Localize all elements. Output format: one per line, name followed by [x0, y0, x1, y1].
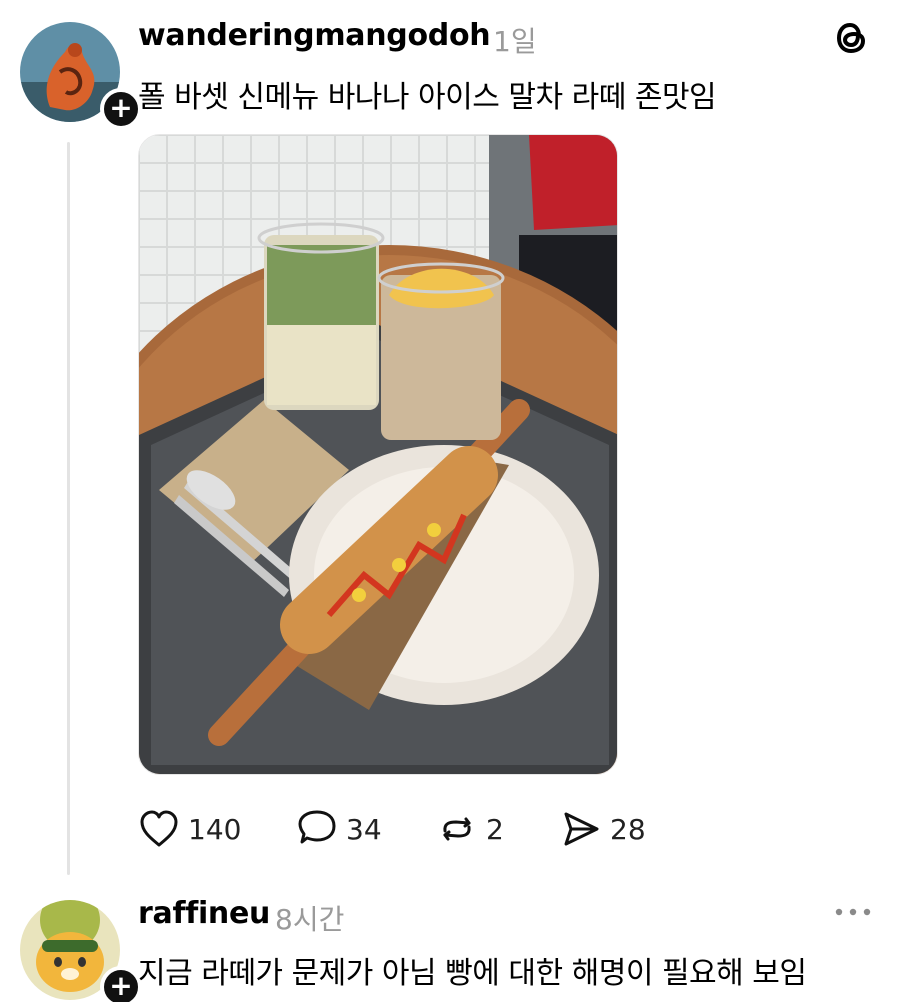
share-count: 28 [610, 812, 646, 846]
reply-avatar-wrap[interactable]: + [20, 900, 142, 1002]
reply-count: 34 [346, 812, 382, 846]
heart-icon [140, 810, 178, 847]
repost-icon [443, 817, 471, 841]
share-button[interactable]: 28 [560, 806, 646, 852]
more-options-icon[interactable] [834, 906, 872, 918]
post-text: 폴 바셋 신메뉴 바나나 아이스 말차 라떼 존맛임 [138, 80, 717, 115]
thread-connector-line [67, 142, 70, 875]
follow-button[interactable]: + [100, 88, 142, 130]
post-photo[interactable] [138, 134, 618, 775]
like-button[interactable]: 140 [138, 806, 241, 852]
post-actions: 140 34 2 28 [138, 806, 698, 852]
post-time: 1일 [493, 25, 537, 58]
reply-button[interactable]: 34 [296, 806, 382, 852]
reply-follow-button[interactable]: + [100, 966, 142, 1002]
reply-username[interactable]: raffineu [138, 896, 270, 931]
post-username[interactable]: wanderingmangodoh [138, 18, 491, 53]
repost-button[interactable]: 2 [436, 806, 504, 852]
reply-time: 8시간 [275, 903, 345, 936]
speech-bubble-icon [298, 810, 336, 844]
post-avatar-wrap[interactable]: + [20, 22, 142, 130]
threads-logo-icon[interactable] [832, 18, 870, 58]
send-icon [564, 812, 599, 846]
repost-count: 2 [486, 812, 504, 846]
food-tray-photo-icon [139, 135, 617, 774]
like-count: 140 [188, 812, 242, 846]
reply-text: 지금 라떼가 문제가 아님 빵에 대한 해명이 필요해 보임 [138, 956, 807, 991]
